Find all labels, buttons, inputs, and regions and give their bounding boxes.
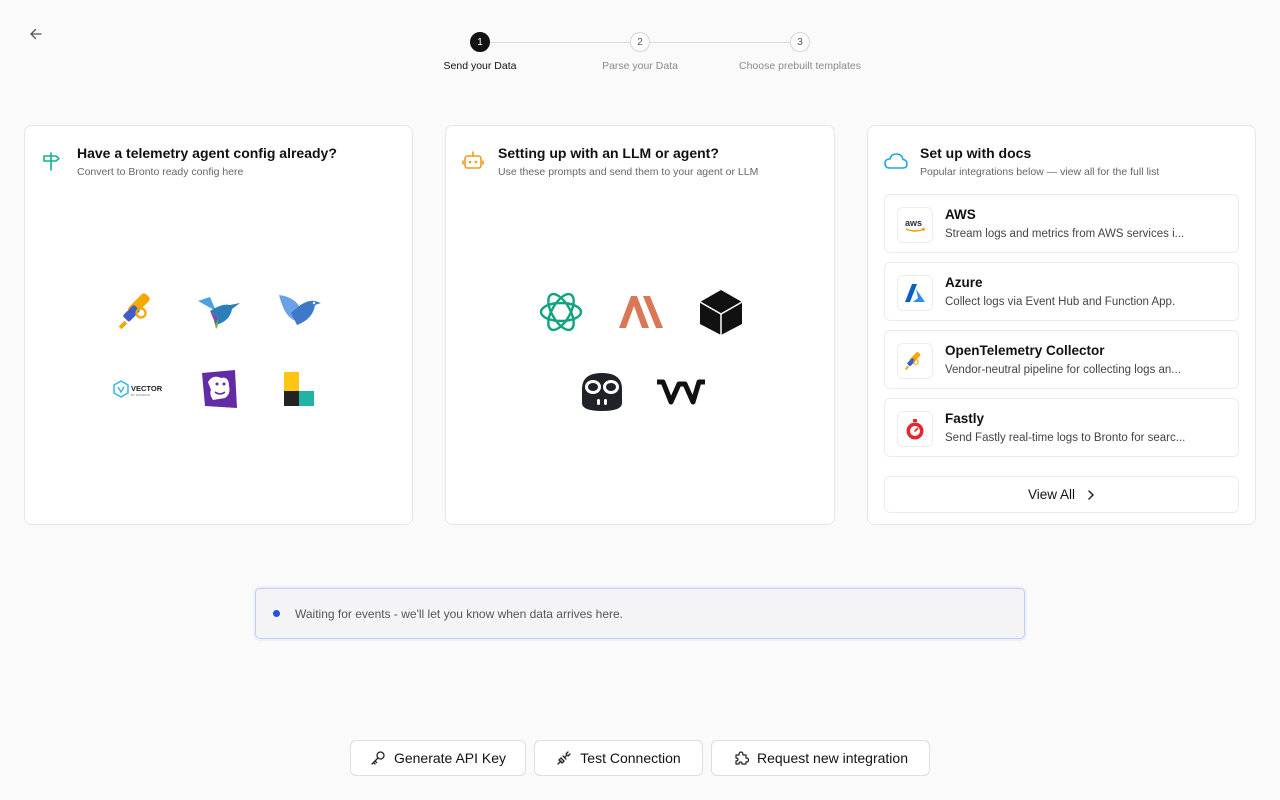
step-label: Choose prebuilt templates — [739, 60, 861, 72]
llm-card[interactable]: Setting up with an LLM or agent? Use the… — [445, 125, 835, 525]
step-parse-data[interactable]: 2 Parse your Data — [570, 32, 710, 72]
generate-api-key-button[interactable]: Generate API Key — [350, 740, 526, 776]
card-subtitle: Convert to Bronto ready config here — [77, 166, 244, 178]
step-number: 2 — [630, 32, 650, 52]
card-subtitle: Use these prompts and send them to your … — [498, 166, 759, 178]
integration-description: Vendor-neutral pipeline for collecting l… — [945, 364, 1181, 376]
key-icon — [371, 751, 385, 765]
integration-name: Fastly — [945, 411, 985, 426]
chevron-right-icon — [1087, 489, 1095, 501]
step-label: Send your Data — [443, 60, 517, 72]
card-header: Set up with docs Popular integrations be… — [884, 144, 1239, 178]
opentelemetry-logo[interactable] — [116, 288, 162, 334]
opentelemetry-icon — [897, 343, 933, 379]
integration-name: Azure — [945, 275, 983, 290]
step-number: 1 — [470, 32, 490, 52]
integration-description: Send Fastly real-time logs to Bronto for… — [945, 432, 1186, 444]
fastly-icon — [897, 411, 933, 447]
button-label: Request new integration — [757, 750, 908, 766]
card-header: Setting up with an LLM or agent? Use the… — [462, 144, 818, 178]
button-label: Generate API Key — [393, 750, 507, 766]
svg-text:BY DATADOG: BY DATADOG — [131, 393, 151, 397]
svg-text:aws: aws — [905, 218, 922, 228]
card-subtitle: Popular integrations below — view all fo… — [920, 166, 1160, 178]
back-arrow-icon[interactable] — [26, 24, 46, 44]
step-number: 3 — [790, 32, 810, 52]
datadog-logo[interactable] — [196, 366, 242, 412]
integration-aws[interactable]: aws AWS Stream logs and metrics from AWS… — [884, 194, 1239, 253]
cloud-icon — [884, 150, 908, 172]
openai-logo[interactable] — [537, 288, 585, 336]
copilot-logo[interactable] — [577, 366, 627, 416]
fluentd-bird-logo[interactable] — [276, 288, 322, 334]
vector-logo[interactable]: VECTOR BY DATADOG — [112, 366, 168, 412]
card-header: Have a telemetry agent config already? C… — [41, 144, 396, 178]
robot-icon — [462, 150, 484, 172]
request-integration-button[interactable]: Request new integration — [711, 740, 930, 776]
agent-config-card[interactable]: Have a telemetry agent config already? C… — [24, 125, 413, 525]
status-dot-icon — [273, 610, 280, 617]
view-all-button[interactable]: View All — [884, 476, 1239, 513]
integration-description: Stream logs and metrics from AWS service… — [945, 228, 1185, 240]
waiting-status-banner: Waiting for events - we'll let you know … — [255, 588, 1025, 639]
integration-name: OpenTelemetry Collector — [945, 343, 1105, 358]
integration-fastly[interactable]: Fastly Send Fastly real-time logs to Bro… — [884, 398, 1239, 457]
button-label: Test Connection — [580, 750, 681, 766]
anthropic-logo[interactable] — [617, 288, 665, 336]
status-text: Waiting for events - we'll let you know … — [295, 606, 623, 621]
elastic-logo[interactable] — [276, 366, 322, 412]
step-label: Parse your Data — [602, 60, 678, 72]
integration-opentelemetry[interactable]: OpenTelemetry Collector Vendor-neutral p… — [884, 330, 1239, 389]
integration-azure[interactable]: Azure Collect logs via Event Hub and Fun… — [884, 262, 1239, 321]
step-choose-templates[interactable]: 3 Choose prebuilt templates — [730, 32, 870, 72]
aws-icon: aws — [897, 207, 933, 243]
card-title: Set up with docs — [920, 145, 1032, 161]
card-title: Setting up with an LLM or agent? — [498, 145, 719, 161]
hummingbird-logo[interactable] — [196, 288, 242, 334]
docs-card: Set up with docs Popular integrations be… — [867, 125, 1256, 525]
step-send-data[interactable]: 1 Send your Data — [410, 32, 550, 72]
plug-icon — [557, 751, 571, 765]
svg-text:VECTOR: VECTOR — [131, 384, 163, 393]
integration-name: AWS — [945, 207, 976, 222]
azure-icon — [897, 275, 933, 311]
signpost-icon — [41, 150, 63, 172]
card-title: Have a telemetry agent config already? — [77, 145, 337, 161]
windsurf-logo[interactable] — [655, 366, 707, 416]
cursor-logo[interactable] — [697, 288, 745, 336]
puzzle-icon — [735, 751, 749, 765]
test-connection-button[interactable]: Test Connection — [534, 740, 703, 776]
stepper: 1 Send your Data 2 Parse your Data 3 Cho… — [420, 32, 880, 76]
view-all-label: View All — [1027, 487, 1076, 502]
integration-description: Collect logs via Event Hub and Function … — [945, 296, 1176, 308]
